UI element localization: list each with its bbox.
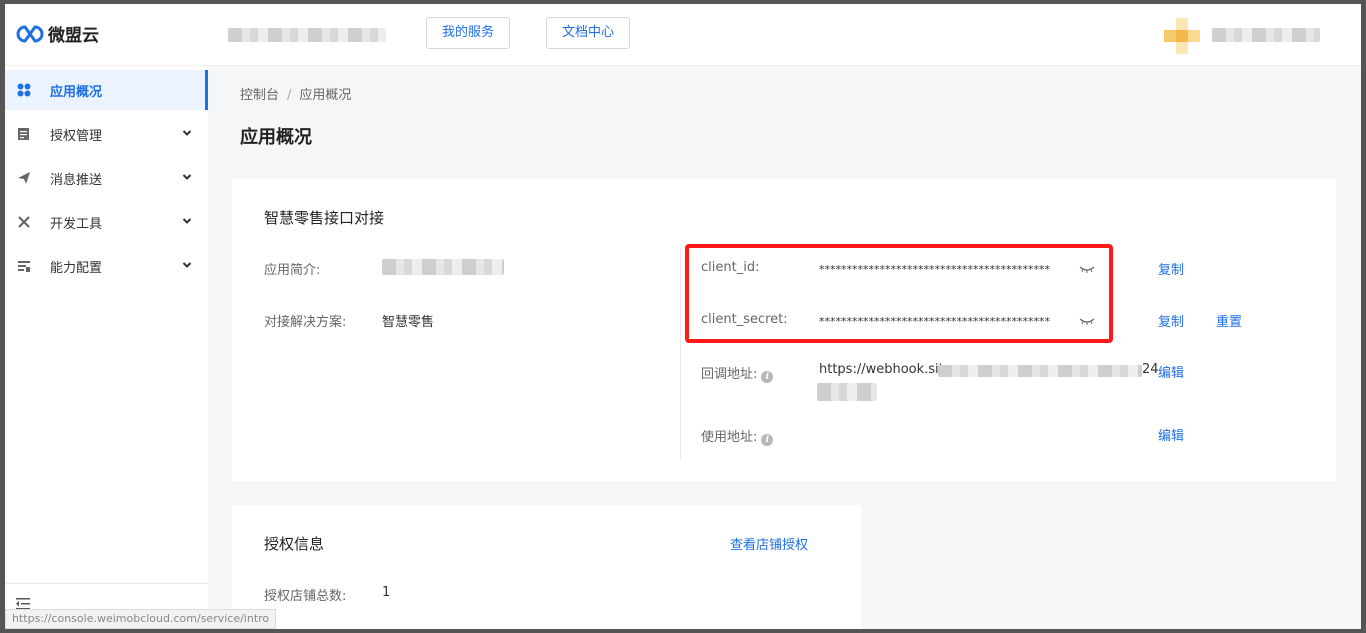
top-header: 微盟云 我的服务 文档中心 — [0, 0, 1366, 66]
sidebar: 应用概况 授权管理 消息推送 开发工具 能力配置 — [0, 66, 208, 633]
highlight-annotation — [685, 244, 1113, 343]
breadcrumb: 控制台 / 应用概况 — [240, 88, 352, 103]
solution-label: 对接解决方案: — [264, 315, 347, 330]
chevron-down-icon — [182, 171, 192, 186]
info-icon[interactable]: i — [761, 434, 774, 446]
edit-usage-button[interactable]: 编辑 — [1158, 425, 1184, 444]
sidebar-item-label: 消息推送 — [50, 172, 103, 188]
copy-client-secret-button[interactable]: 复制 — [1158, 311, 1184, 330]
redacted-intro — [382, 259, 504, 275]
divider — [680, 249, 681, 459]
weimob-logo-icon — [16, 24, 44, 44]
callback-url-suffix: 24 — [1142, 362, 1159, 377]
redacted-app-name — [228, 28, 386, 42]
store-total-value: 1 — [382, 585, 391, 600]
intro-label: 应用简介: — [264, 263, 321, 278]
auth-info-card: 授权信息 查看店铺授权 授权店铺总数: 1 — [232, 505, 862, 633]
store-total-label: 授权店铺总数: — [264, 589, 347, 604]
avatar[interactable] — [1164, 18, 1200, 54]
solution-value: 智慧零售 — [382, 315, 435, 330]
tools-icon — [16, 214, 32, 230]
page-title: 应用概况 — [240, 127, 312, 148]
sidebar-item-overview[interactable]: 应用概况 — [0, 70, 208, 110]
chevron-down-icon — [182, 127, 192, 142]
sidebar-item-auth[interactable]: 授权管理 — [0, 114, 208, 154]
copy-client-id-button[interactable]: 复制 — [1158, 259, 1184, 278]
sidebar-item-messages[interactable]: 消息推送 — [0, 158, 208, 198]
callback-url-prefix: https://webhook.sit — [819, 362, 944, 377]
info-icon[interactable]: i — [761, 371, 774, 383]
usage-label-text: 使用地址: — [701, 430, 758, 445]
app-name: 智慧零售接口对接 — [264, 209, 385, 227]
breadcrumb-console[interactable]: 控制台 — [240, 88, 279, 103]
brand-logo[interactable]: 微盟云 — [16, 21, 99, 46]
status-bar-url: https://console.weimobcloud.com/service/… — [5, 609, 277, 629]
sidebar-item-capability[interactable]: 能力配置 — [0, 246, 208, 286]
chevron-down-icon — [182, 259, 192, 274]
redacted-callback-url — [938, 365, 1142, 377]
redacted-username — [1212, 28, 1320, 42]
sidebar-item-label: 应用概况 — [50, 84, 103, 100]
sidebar-item-label: 能力配置 — [50, 260, 103, 276]
auth-title: 授权信息 — [264, 535, 325, 553]
send-icon — [16, 170, 32, 186]
callback-label-text: 回调地址: — [701, 367, 758, 382]
usage-label: 使用地址: i — [701, 426, 774, 446]
sidebar-item-label: 授权管理 — [50, 128, 103, 144]
breadcrumb-current: 应用概况 — [299, 88, 352, 103]
docs-center-button[interactable]: 文档中心 — [546, 17, 631, 49]
reset-secret-button[interactable]: 重置 — [1216, 311, 1242, 330]
callback-label: 回调地址: i — [701, 363, 774, 383]
sidebar-item-devtools[interactable]: 开发工具 — [0, 202, 208, 242]
my-services-button[interactable]: 我的服务 — [426, 17, 511, 49]
sidebar-item-label: 开发工具 — [50, 216, 103, 232]
apps-icon — [16, 82, 32, 98]
document-icon — [16, 126, 32, 142]
settings-list-icon — [16, 258, 32, 274]
edit-callback-button[interactable]: 编辑 — [1158, 362, 1184, 381]
redacted-callback-url-2 — [817, 383, 877, 401]
brand-name: 微盟云 — [48, 26, 99, 46]
view-store-auth-link[interactable]: 查看店铺授权 — [730, 534, 808, 553]
chevron-down-icon — [182, 215, 192, 230]
